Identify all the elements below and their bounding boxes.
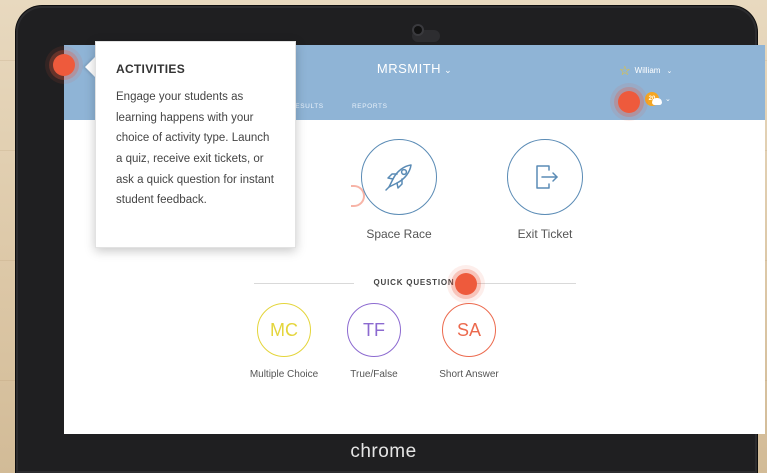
activities-tooltip: ACTIVITIES Engage your students as learn… — [95, 41, 296, 248]
exit-ticket-activity[interactable]: Exit Ticket — [495, 139, 595, 241]
sa-icon: SA — [442, 303, 496, 357]
multiple-choice-option[interactable]: MC Multiple Choice — [234, 303, 334, 380]
divider-line — [254, 283, 354, 284]
chevron-down-icon: ⌄ — [665, 96, 671, 103]
chevron-down-icon: ⌄ — [444, 65, 453, 75]
option-label: Short Answer — [439, 369, 499, 380]
hotspot-activities[interactable] — [53, 54, 75, 76]
divider-line — [476, 283, 576, 284]
nav-reports[interactable]: REPORTS — [352, 103, 388, 110]
option-label: True/False — [350, 369, 398, 380]
space-race-activity[interactable]: Space Race — [354, 139, 444, 241]
chevron-down-icon: ⌄ — [666, 67, 673, 75]
hotspot-quick-question[interactable] — [455, 273, 477, 295]
hotspot-notifications[interactable] — [618, 91, 640, 113]
true-false-option[interactable]: TF True/False — [324, 303, 424, 380]
user-menu[interactable]: ☆ William ⌄ — [619, 64, 672, 77]
tooltip-title: ACTIVITIES — [116, 62, 186, 76]
class-name-label: MRSMITH — [376, 61, 442, 76]
short-answer-option[interactable]: SA Short Answer — [419, 303, 519, 380]
cloud-icon — [652, 98, 662, 105]
star-icon: ☆ — [619, 63, 631, 78]
option-label: Multiple Choice — [249, 369, 319, 380]
tooltip-arrow — [85, 57, 95, 77]
user-name: William — [634, 66, 661, 75]
tooltip-body: Engage your students as learning happens… — [116, 91, 274, 207]
device-brand-logo: chrome — [350, 441, 417, 462]
activity-label: Exit Ticket — [517, 227, 573, 241]
tf-icon: TF — [347, 303, 401, 357]
camera-icon — [414, 26, 422, 34]
exit-door-icon — [507, 139, 583, 215]
rocket-icon — [361, 139, 437, 215]
mc-icon: MC — [257, 303, 311, 357]
activity-label: Space Race — [366, 227, 432, 241]
